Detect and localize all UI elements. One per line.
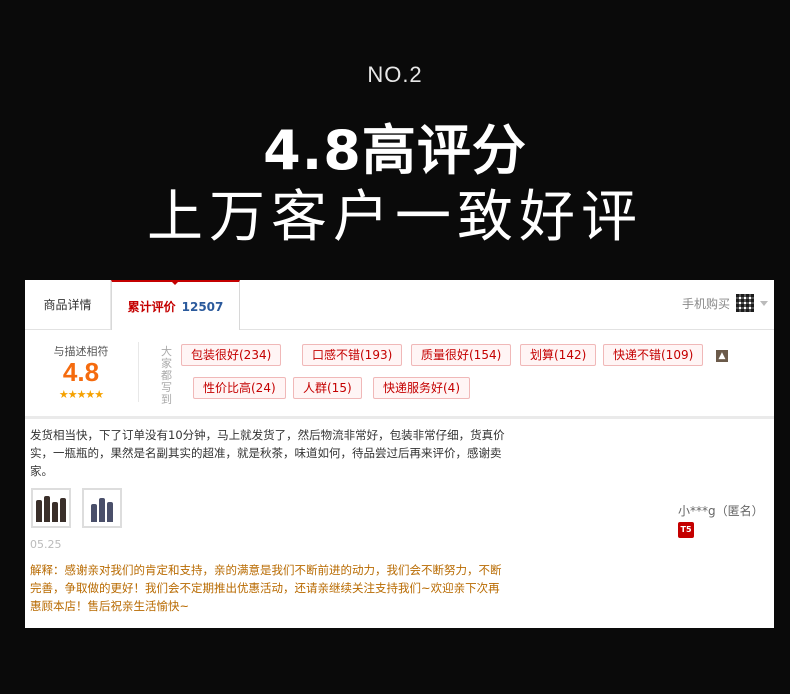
active-tab-caret-icon	[170, 280, 180, 285]
review-date: 05.25	[30, 538, 62, 551]
rating-summary: 与描述相符 4.8 ★★★★★ 大家都写到 包装很好(234) 口感不错(193…	[25, 330, 774, 419]
review-photos	[31, 488, 122, 528]
impression-tag[interactable]: 性价比高(24)	[193, 377, 286, 399]
impression-tag[interactable]: 快递服务好(4)	[373, 377, 470, 399]
hero-banner: NO.2 4.8高评分 上万客户一致好评	[0, 0, 790, 270]
review-text: 发货相当快，下了订单没有10分钟，马上就发货了，然后物流非常好，包装非常仔细，货…	[30, 428, 505, 478]
score-value: 4.8	[62, 357, 100, 387]
seller-reply: 解释：感谢亲对我们的肯定和支持，亲的满意是我们不断前进的动力，我们会不断努力，不…	[30, 563, 502, 613]
mobile-buy-button[interactable]: 手机购买	[682, 294, 768, 312]
tab-reviews-count: 12507	[181, 300, 224, 314]
tab-bar: 商品详情 累计评价 12507 手机购买	[25, 280, 774, 330]
impression-tag[interactable]: 人群(15)	[293, 377, 362, 399]
divider	[138, 342, 139, 402]
star-rating-icon: ★★★★★	[58, 388, 104, 401]
impression-tag[interactable]: 包装很好(234)	[181, 344, 282, 366]
review-photo-thumbnail[interactable]	[31, 488, 71, 528]
tab-product-details[interactable]: 商品详情	[25, 280, 111, 329]
impression-tag[interactable]: 快递不错(109)	[603, 344, 704, 366]
tags-side-label: 大家都写到	[161, 345, 172, 406]
hero-number: NO.2	[367, 62, 423, 87]
tab-reviews-label: 累计评价	[127, 300, 176, 314]
impression-tag[interactable]: 口感不错(193)	[302, 344, 403, 366]
mobile-buy-label: 手机购买	[681, 296, 730, 311]
collapse-tags-icon[interactable]: ▲	[716, 350, 728, 362]
score-box: 与描述相符 4.8 ★★★★★	[25, 330, 137, 416]
impression-tag[interactable]: 质量很好(154)	[411, 344, 512, 366]
impression-tag[interactable]: 划算(142)	[520, 344, 597, 366]
qr-code-icon	[736, 294, 754, 312]
tab-reviews[interactable]: 累计评价 12507	[111, 280, 240, 330]
review-panel: 商品详情 累计评价 12507 手机购买 与描述相符 4.8 ★★★★★ 大家都写…	[25, 280, 774, 628]
dropdown-arrow-icon	[760, 300, 768, 306]
review-item: 发货相当快，下了订单没有10分钟，马上就发货了，然后物流非常好，包装非常仔细，货…	[25, 420, 774, 628]
reviewer-name: 小***g（匿名）	[678, 504, 764, 518]
hero-subhead: 上万客户一致好评	[147, 185, 643, 250]
review-photo-thumbnail[interactable]	[82, 488, 122, 528]
vip-level-badge-icon: T5	[678, 522, 694, 538]
